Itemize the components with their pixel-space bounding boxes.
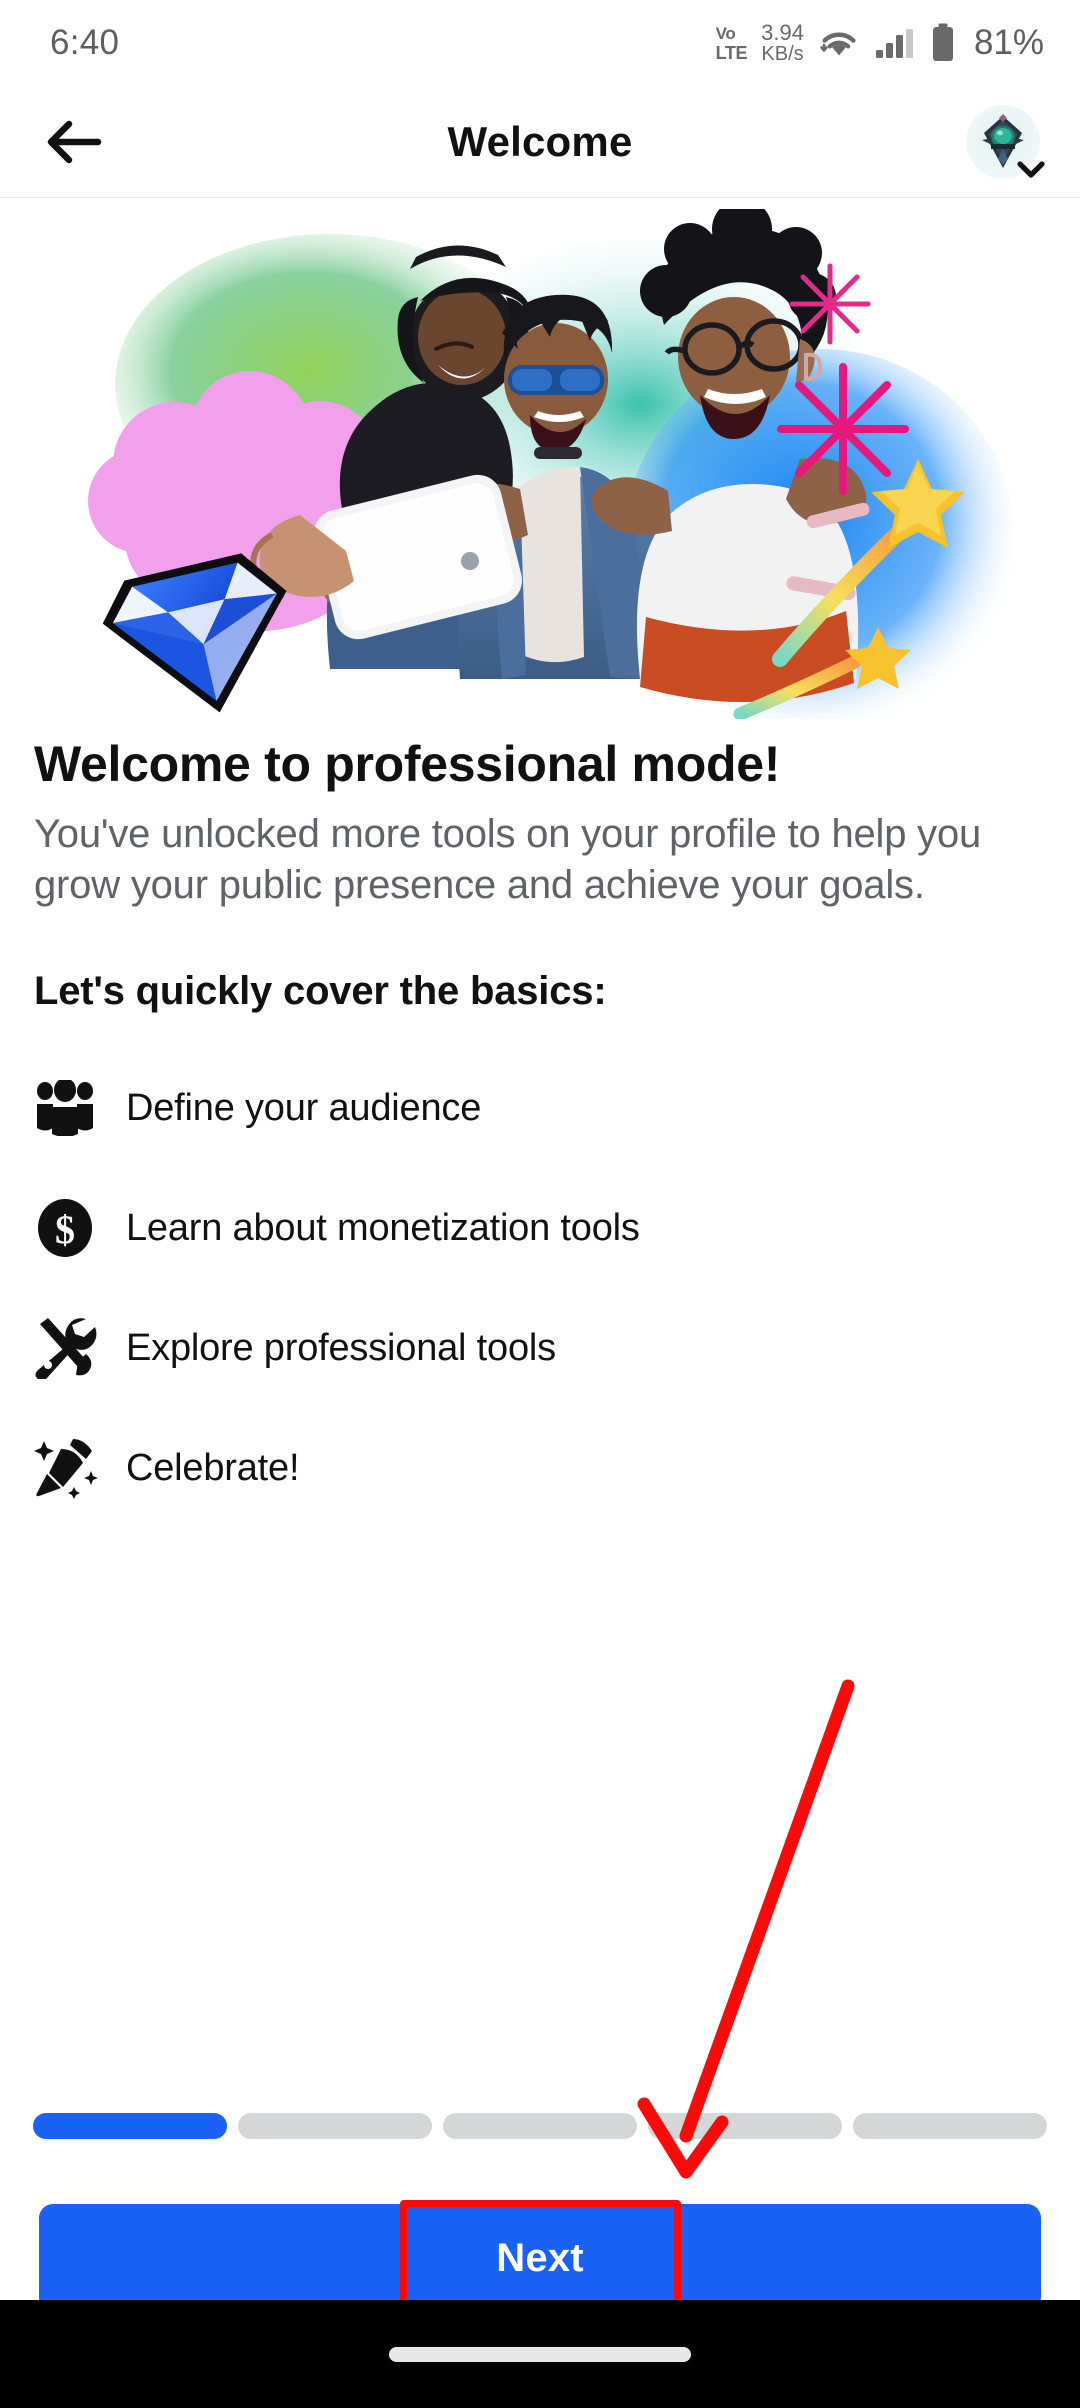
progress-indicator <box>33 2113 1047 2139</box>
battery-icon <box>930 23 956 63</box>
wifi-icon <box>818 26 860 60</box>
hero-illustration <box>0 209 1080 719</box>
progress-segment-1[interactable] <box>33 2113 227 2139</box>
chevron-down-icon[interactable] <box>1016 155 1046 185</box>
battery-percent-label: 81% <box>973 23 1044 62</box>
progress-segment-4[interactable] <box>648 2113 842 2139</box>
party-popper-icon <box>34 1437 126 1500</box>
main-subtitle: You've unlocked more tools on your profi… <box>34 812 982 908</box>
home-indicator-pill[interactable] <box>389 2346 691 2362</box>
progress-segment-3[interactable] <box>443 2113 637 2139</box>
list-item: $ Learn about monetization tools <box>34 1168 1046 1288</box>
back-arrow-icon[interactable] <box>38 106 110 178</box>
volte-icon: Vo LTE <box>715 23 748 63</box>
list-item-label: Celebrate! <box>126 1446 300 1489</box>
status-bar-clock: 6:40 <box>50 23 120 62</box>
app-screen: 6:40 Vo LTE 3.94 KB/s 81% Welcome Welcom… <box>0 0 1080 2408</box>
progress-segment-5[interactable] <box>853 2113 1047 2139</box>
cellular-signal-icon <box>874 26 916 60</box>
status-bar-icons: Vo LTE 3.94 KB/s 81% <box>716 21 1044 65</box>
list-item: Define your audience <box>34 1048 1046 1168</box>
progress-segment-2[interactable] <box>238 2113 432 2139</box>
page-title: Welcome <box>447 117 633 165</box>
tools-wrench-screwdriver-icon <box>34 1317 126 1380</box>
status-bar: 6:40 Vo LTE 3.94 KB/s 81% <box>0 0 1080 86</box>
pink-starburst <box>789 263 871 345</box>
list-item-label: Learn about monetization tools <box>126 1206 640 1249</box>
dollar-circle-icon: $ <box>34 1197 126 1259</box>
svg-text:$: $ <box>55 1207 75 1252</box>
people-group-icon <box>34 1080 126 1137</box>
basics-list: Define your audience $ Learn about monet… <box>34 1048 1046 1528</box>
network-speed-indicator: 3.94 KB/s <box>761 19 804 66</box>
scroll-content: Welcome to professional mode! You've unl… <box>0 199 1080 2199</box>
next-button[interactable]: Next <box>39 2204 1041 2312</box>
system-nav-bar <box>0 2300 1080 2408</box>
list-item: Explore professional tools <box>34 1288 1046 1408</box>
list-item-label: Explore professional tools <box>126 1326 556 1369</box>
list-item: Celebrate! <box>34 1408 1046 1528</box>
pink-starburst <box>777 363 909 495</box>
avatar[interactable] <box>966 104 1045 179</box>
list-item-label: Define your audience <box>126 1086 482 1129</box>
basics-heading: Let's quickly cover the basics: <box>34 969 607 1014</box>
main-title: Welcome to professional mode! <box>34 736 781 792</box>
app-header: Welcome <box>0 86 1080 198</box>
